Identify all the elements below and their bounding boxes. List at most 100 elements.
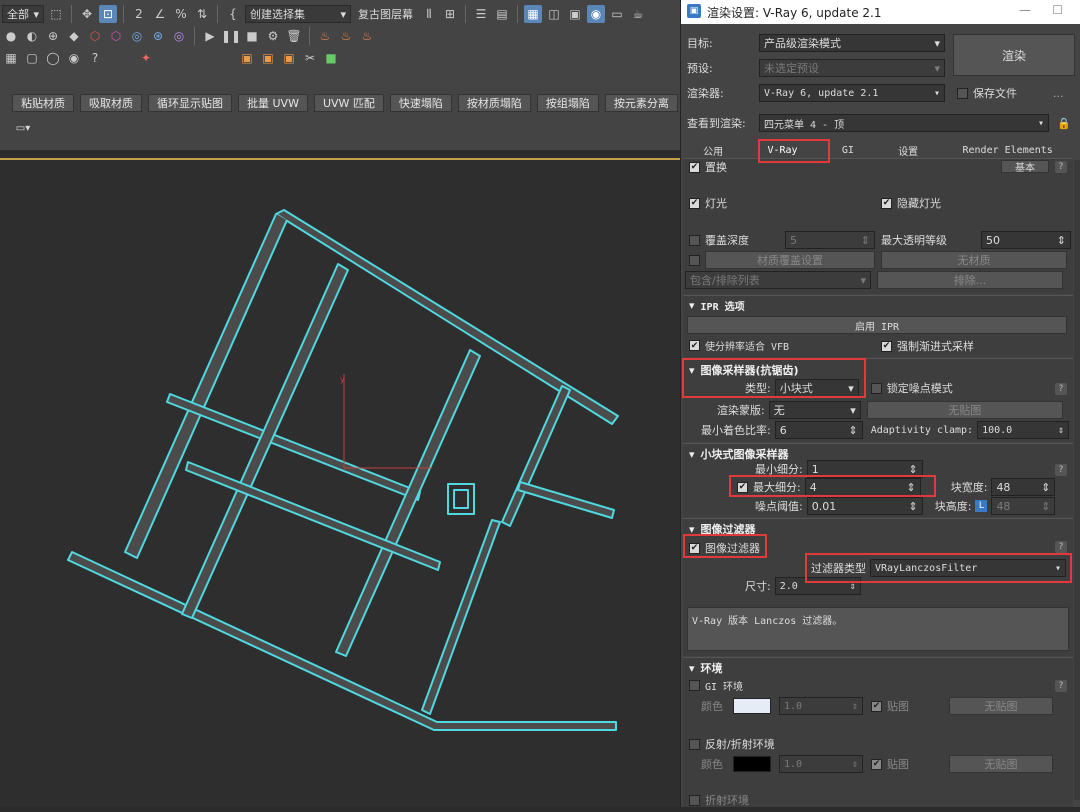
exclude-button[interactable]: 排除... [877,271,1063,289]
help-icon[interactable]: ? [1055,161,1067,173]
detach-by-element-button[interactable]: 按元素分离 [604,94,678,112]
noise-threshold-spinner[interactable]: 0.01 ⇕ [806,497,923,515]
eye-icon[interactable]: ◉ [65,49,83,67]
lock-icon[interactable]: 🔒 [1057,117,1071,130]
target-dropdown[interactable]: 产品级渲染模式 ▾ [759,34,945,52]
grid-icon[interactable]: ▦ [2,49,20,67]
gi-color-swatch[interactable] [733,698,771,714]
image-filter-checkbox[interactable]: ✔ [689,542,700,554]
globe-icon[interactable]: ⊕ [44,27,62,45]
curve-editor-icon[interactable]: ▦ [524,5,542,23]
refl-color-swatch[interactable] [733,756,771,772]
image-sampler-header[interactable]: ▾ 图像采样器(抗锯齿) [689,362,799,378]
lights-checkbox[interactable]: ✔ [689,197,700,209]
tab-settings[interactable]: 设置 [898,143,918,158]
material-override-button[interactable]: 材质覆盖设置 [705,251,875,269]
frame-icon[interactable]: ▢ [23,49,41,67]
fire-icon[interactable]: ♨ [316,27,334,45]
render-teapot-icon[interactable]: ☕ [629,5,647,23]
render-setup-icon[interactable]: ◉ [587,5,605,23]
hidden-lights-checkbox[interactable]: ✔ [881,197,892,209]
min-shading-spinner[interactable]: 6 ⇕ [774,421,863,439]
collapse-by-material-button[interactable]: 按材质塌陷 [457,94,531,112]
viewport-top[interactable]: y [0,158,680,807]
move-icon[interactable]: ✥ [78,5,96,23]
green-box-icon[interactable]: ■ [322,49,340,67]
help-icon[interactable]: ? [1055,383,1067,395]
override-depth-checkbox[interactable] [689,234,700,246]
help-icon[interactable]: ? [1055,680,1067,692]
preset-dropdown[interactable]: 未选定预设 ▾ [759,59,945,77]
no-map-button[interactable]: 无贴图 [866,401,1063,419]
fire3-icon[interactable]: ♨ [358,27,376,45]
enable-ipr-button[interactable]: 启用 IPR [687,316,1067,334]
tab-common[interactable]: 公用 [703,143,723,158]
save-file-browse[interactable]: ... [1053,87,1064,100]
refl-map-checkbox[interactable]: ✔ [871,758,882,770]
render-mask-dropdown[interactable]: 无 ▾ [768,401,861,419]
ring-icon[interactable]: ◯ [44,49,62,67]
ipr-header[interactable]: ▾ IPR 选项 [689,298,745,313]
stop-icon[interactable]: ■ [243,27,261,45]
max-subdiv-checkbox[interactable]: ✔ [737,481,748,493]
orange-box3-icon[interactable]: ▣ [280,49,298,67]
fire2-icon[interactable]: ♨ [337,27,355,45]
filter-type-dropdown[interactable]: VRayLanczosFilter ▾ [870,559,1066,577]
help-icon[interactable]: ? [1055,541,1067,553]
refr-env-checkbox[interactable] [689,794,700,806]
min-subdiv-spinner[interactable]: 1 ⇕ [806,460,923,478]
filter-size-spinner[interactable]: 2.0 ⇕ [774,577,861,595]
uvw-match-button[interactable]: UVW 匹配 [313,94,384,112]
snap-icon[interactable]: ⊡ [99,5,117,23]
snap-2d-icon[interactable]: 2 [130,5,148,23]
globe-blue-icon[interactable]: ⊛ [149,27,167,45]
bucket-height-spinner[interactable]: 48 ⇕ [991,497,1056,515]
include-exclude-dropdown[interactable]: 包含/排除列表 ▾ [685,271,871,289]
gi-env-checkbox[interactable] [689,680,700,691]
gi-map-checkbox[interactable]: ✔ [871,700,882,712]
maximize-icon[interactable]: ☐ [1052,3,1063,17]
view-dropdown[interactable]: 四元菜单 4 - 顶 ▾ [759,114,1049,132]
max-transparency-spinner[interactable]: 50 ⇕ [981,231,1071,249]
layer-explorer-icon[interactable]: ☰ [472,5,490,23]
tab-gi[interactable]: GI [842,145,854,156]
help-icon[interactable]: ? [86,49,104,67]
fit-vfb-checkbox[interactable]: ✔ [689,340,700,351]
viewport-menu-icon[interactable]: ▭▾ [14,122,32,134]
edit-named-selection-icon[interactable]: { [224,5,242,23]
tab-render-elements[interactable]: Render Elements [962,145,1052,156]
sphere-blue-icon[interactable]: ◎ [128,27,146,45]
named-selection-dropdown[interactable]: 创建选择集 ▾ [245,5,351,23]
refl-multiplier-spinner[interactable]: 1.0 ⇕ [779,755,863,773]
basic-mode-button[interactable]: 基本 [1001,160,1049,174]
cube-red-icon[interactable]: ⬡ [86,27,104,45]
panel-scrollbar[interactable] [1074,160,1080,800]
ribbon-icon[interactable]: ▤ [493,5,511,23]
scissors-icon[interactable]: ✂ [301,49,319,67]
rendered-frame-icon[interactable]: ▭ [608,5,626,23]
mirror-icon[interactable]: ⫴ [420,5,438,23]
help-icon[interactable]: ? [1055,464,1067,476]
settings-icon[interactable]: ⚙ [264,27,282,45]
material-override-checkbox[interactable] [689,254,700,266]
displacement-checkbox[interactable]: ✔ [689,161,700,173]
override-depth-spinner[interactable]: 5 ⇕ [785,231,875,249]
force-progressive-checkbox[interactable]: ✔ [881,340,892,352]
save-file-checkbox[interactable] [957,87,968,99]
image-filter-header[interactable]: ▾ 图像过滤器 [689,521,756,537]
sphere-icon[interactable]: ● [2,27,20,45]
orange-box1-icon[interactable]: ▣ [238,49,256,67]
environment-header[interactable]: ▾ 环境 [689,660,723,676]
spinner-snap-icon[interactable]: ⇅ [193,5,211,23]
material-editor-icon[interactable]: ▣ [566,5,584,23]
cube-pink-icon[interactable]: ⬡ [107,27,125,45]
percent-snap-icon[interactable]: % [172,5,190,23]
schematic-view-icon[interactable]: ◫ [545,5,563,23]
orange-box2-icon[interactable]: ▣ [259,49,277,67]
selection-filter-dropdown[interactable]: 全部 ▾ [2,5,44,23]
bucket-width-spinner[interactable]: 48 ⇕ [991,478,1056,496]
play-icon[interactable]: ▶ [201,27,219,45]
pause-icon[interactable]: ❚❚ [221,27,241,45]
sphere-purple-icon[interactable]: ◎ [170,27,188,45]
adaptivity-spinner[interactable]: 100.0 ⇕ [977,421,1070,439]
